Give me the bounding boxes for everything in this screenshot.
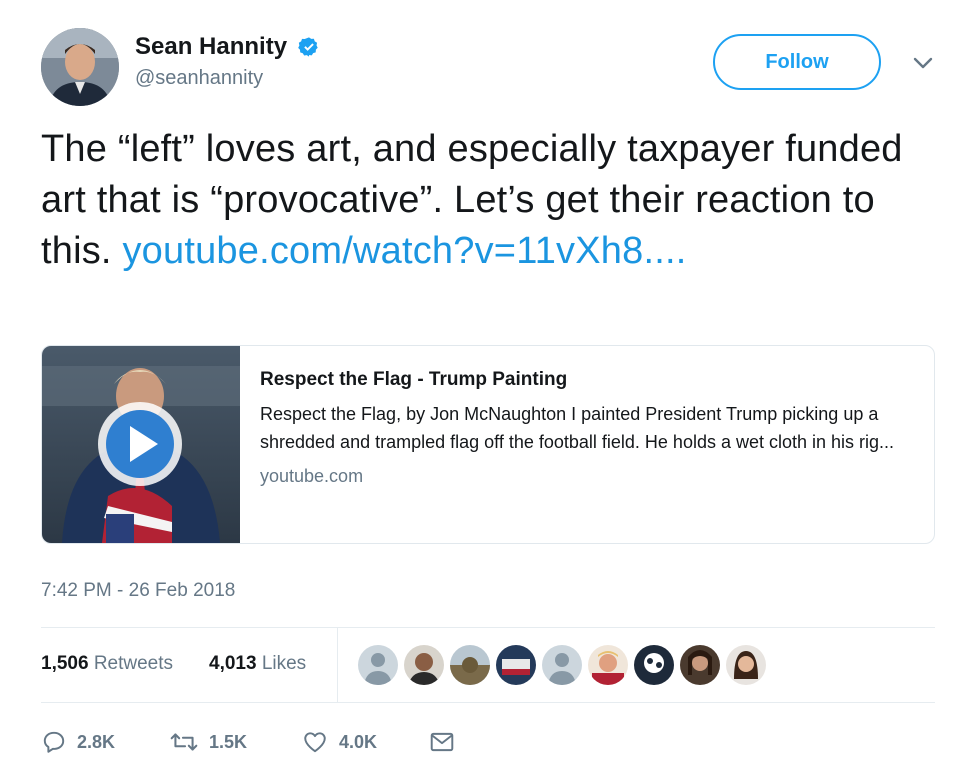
tweet-header: Sean Hannity @seanhannity Follow bbox=[41, 25, 941, 106]
heart-icon bbox=[304, 732, 326, 753]
liker-avatar[interactable] bbox=[450, 645, 490, 685]
tweet-actions: 2.8K 1.5K 4.0K bbox=[41, 722, 541, 762]
liker-avatar[interactable] bbox=[358, 645, 398, 685]
retweet-action[interactable]: 1.5K bbox=[169, 722, 247, 762]
retweets-label: Retweets bbox=[93, 653, 174, 674]
retweets-count: 1,506 bbox=[41, 653, 89, 674]
link-card[interactable]: Respect the Flag - Trump Painting Respec… bbox=[41, 345, 935, 544]
likes-label: Likes bbox=[261, 653, 307, 674]
like-count: 4.0K bbox=[339, 731, 378, 752]
user-avatar[interactable] bbox=[41, 28, 119, 106]
retweets-stat[interactable]: 1,506 Retweets bbox=[41, 653, 173, 675]
tweet-text: The “left” loves art, and especially tax… bbox=[41, 124, 951, 277]
liker-avatar[interactable] bbox=[634, 645, 674, 685]
liker-avatar[interactable] bbox=[680, 645, 720, 685]
liker-avatar[interactable] bbox=[496, 645, 536, 685]
stat-counts: 1,506 Retweets 4,013 Likes bbox=[41, 628, 338, 702]
user-handle[interactable]: @seanhannity bbox=[135, 67, 320, 90]
retweet-icon bbox=[170, 733, 198, 751]
card-body[interactable]: Respect the Flag - Trump Painting Respec… bbox=[260, 368, 920, 487]
display-name[interactable]: Sean Hannity bbox=[135, 33, 287, 61]
reply-action[interactable]: 2.8K bbox=[41, 722, 115, 762]
envelope-icon bbox=[430, 732, 454, 752]
verified-badge-icon bbox=[297, 37, 318, 57]
card-title[interactable]: Respect the Flag - Trump Painting bbox=[260, 368, 920, 392]
card-thumbnail[interactable] bbox=[42, 346, 240, 543]
liker-avatar[interactable] bbox=[726, 645, 766, 685]
tweet-link[interactable]: youtube.com/watch?v=11vXh8.... bbox=[122, 230, 686, 272]
card-domain: youtube.com bbox=[260, 466, 364, 486]
reply-icon bbox=[43, 731, 65, 753]
user-names: Sean Hannity @seanhannity bbox=[135, 33, 320, 90]
retweet-count: 1.5K bbox=[209, 731, 248, 752]
tweet-stats: 1,506 Retweets 4,013 Likes bbox=[41, 627, 935, 703]
liker-avatar[interactable] bbox=[404, 645, 444, 685]
card-description: Respect the Flag, by Jon McNaughton I pa… bbox=[260, 404, 895, 452]
chevron-down-icon[interactable] bbox=[911, 55, 935, 71]
tweet-timestamp[interactable]: 7:42 PM - 26 Feb 2018 bbox=[41, 580, 235, 602]
direct-message-action[interactable] bbox=[429, 722, 455, 762]
liker-avatar[interactable] bbox=[588, 645, 628, 685]
liker-avatar[interactable] bbox=[542, 645, 582, 685]
reply-count: 2.8K bbox=[77, 731, 116, 752]
likes-count: 4,013 bbox=[209, 653, 257, 674]
like-action[interactable]: 4.0K bbox=[301, 722, 377, 762]
follow-button[interactable]: Follow bbox=[713, 34, 881, 90]
likes-stat[interactable]: 4,013 Likes bbox=[209, 653, 306, 675]
